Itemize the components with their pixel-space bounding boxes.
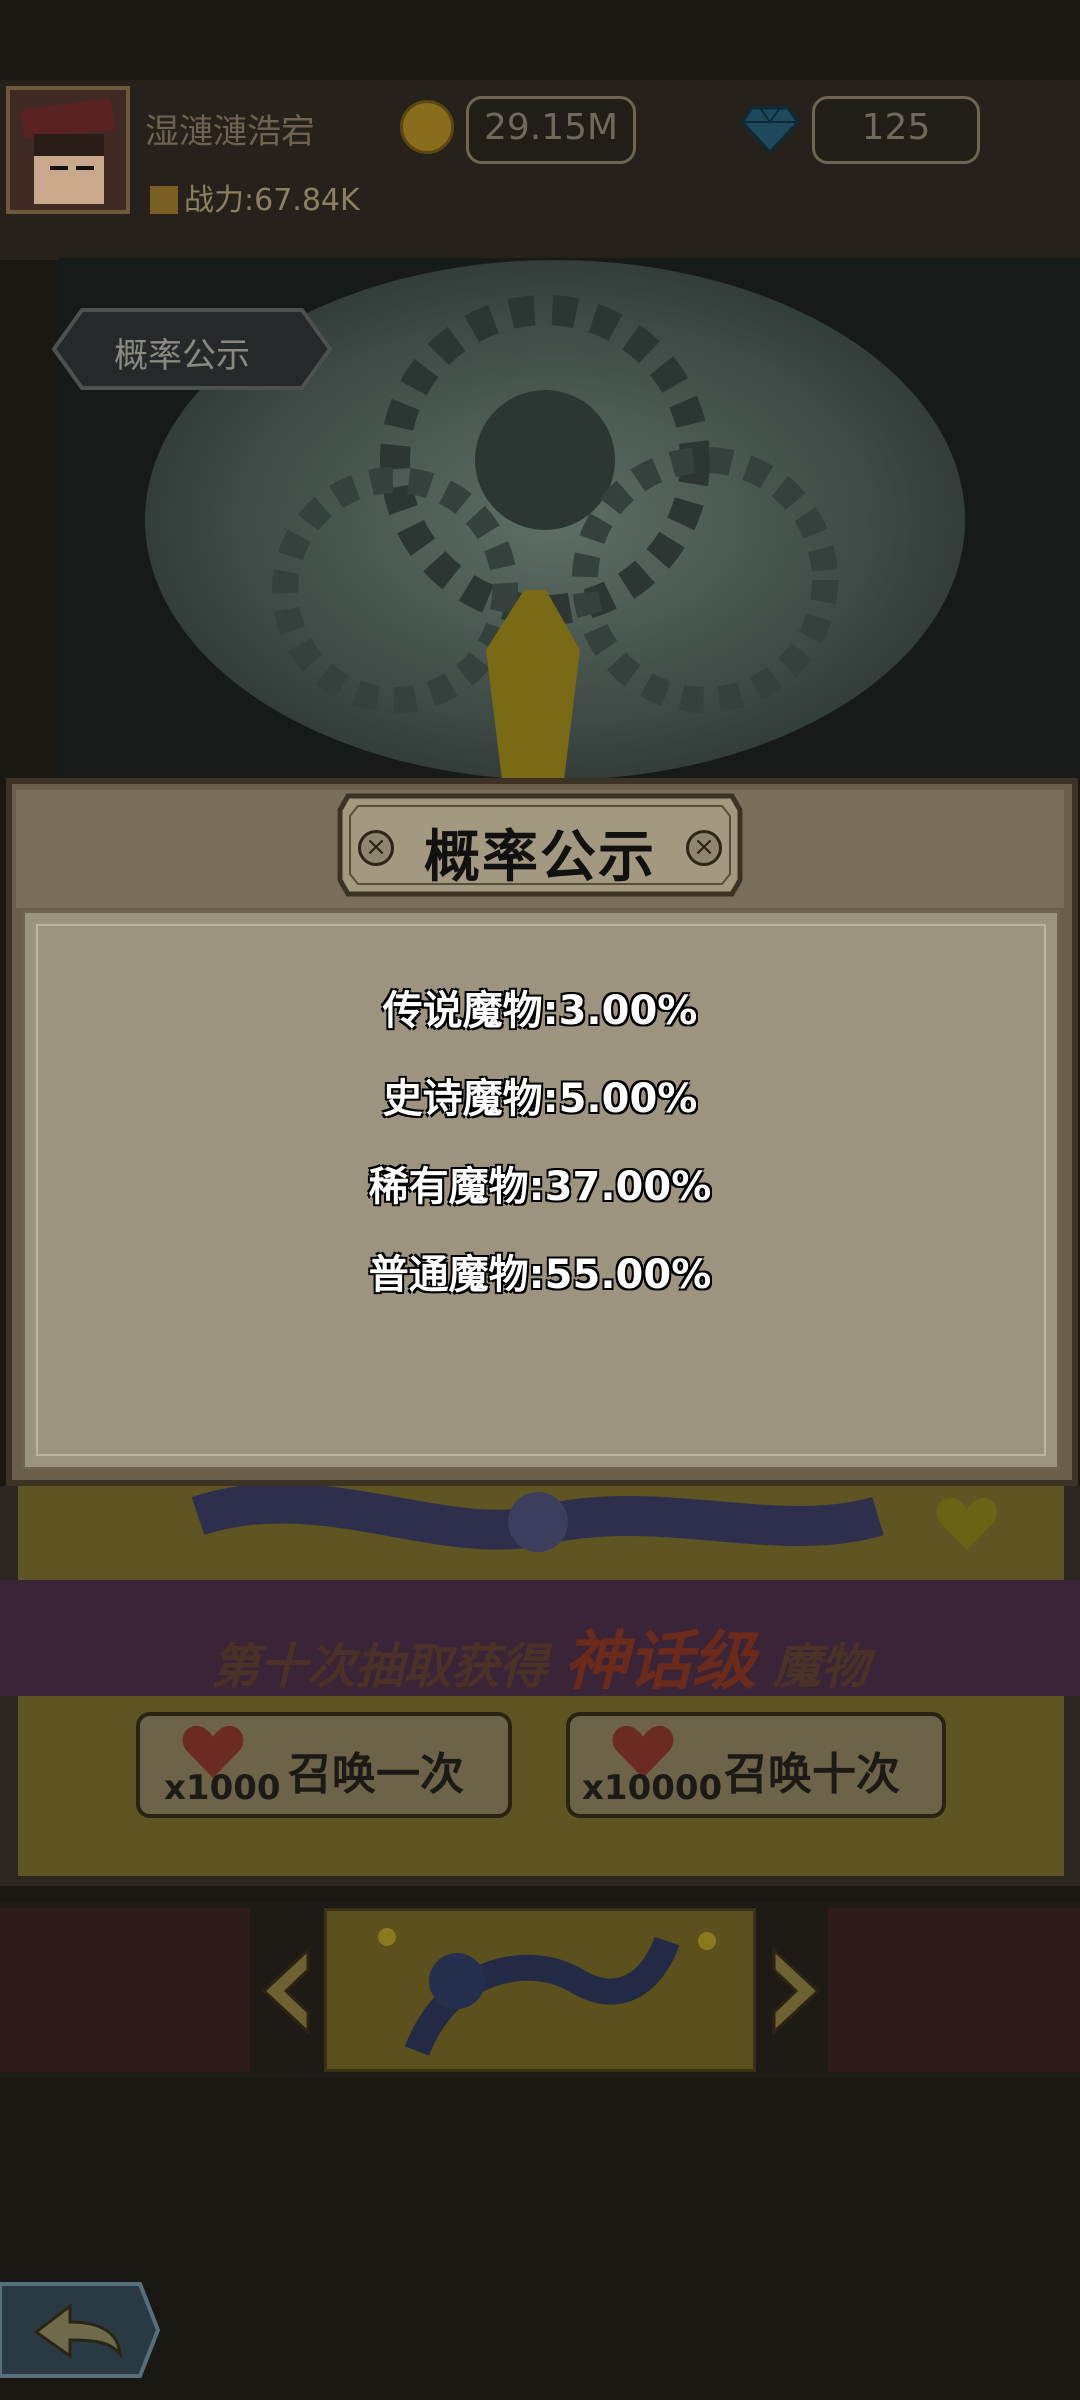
combat-power-text: 战力:67.84K [184,183,360,218]
summon-ten-button[interactable]: x10000 召唤十次 [566,1712,946,1818]
bonus-banner-text: 第十次抽取获得 神话级 魔物 [0,1610,1080,1702]
coin-icon [400,100,454,154]
chevron-right-icon[interactable] [768,1946,824,2036]
heart-icon [936,1497,998,1550]
pool-card-previous[interactable] [0,1908,250,2072]
player-avatar[interactable] [6,86,130,214]
combat-power: 战力:67.84K [150,175,360,219]
dragon-icon [378,1928,716,2056]
rate-common: 普通魔物:55.00% [368,1252,712,1298]
dialog-title: 概率公示 [424,825,656,890]
summon-once-button[interactable]: x1000 召唤一次 [136,1712,512,1818]
pool-card-next[interactable] [828,1908,1080,2072]
gem-amount[interactable]: 125 [812,96,980,164]
probability-tab-label: 概率公示 [114,336,250,376]
chevron-left-icon[interactable] [258,1946,314,2036]
close-icon[interactable]: × [686,830,722,866]
rate-epic: 史诗魔物:5.00% [382,1076,698,1122]
pool-card-current[interactable] [324,1908,756,2072]
summon-ten-label: 召唤十次 [724,1749,900,1800]
player-name: 湿漣漣浩宕 [145,112,315,152]
summon-ten-cost: x10000 [582,1768,723,1808]
summon-once-label: 召唤一次 [288,1749,464,1800]
diamond-icon [740,106,800,154]
avatar-portrait-icon [10,90,126,210]
banner-highlight: 神话级 [564,1625,756,1699]
rate-rare: 稀有魔物:37.00% [368,1164,712,1210]
crystal-icon [486,590,580,780]
close-icon[interactable]: × [358,830,394,866]
rate-legendary: 传说魔物:3.00% [382,988,698,1034]
back-arrow-icon[interactable] [0,2280,162,2380]
summon-once-cost: x1000 [164,1768,281,1808]
banner-suffix: 魔物 [772,1639,869,1695]
gold-amount[interactable]: 29.15M [466,96,636,164]
banner-prefix: 第十次抽取获得 [211,1639,548,1695]
power-icon [150,186,178,214]
